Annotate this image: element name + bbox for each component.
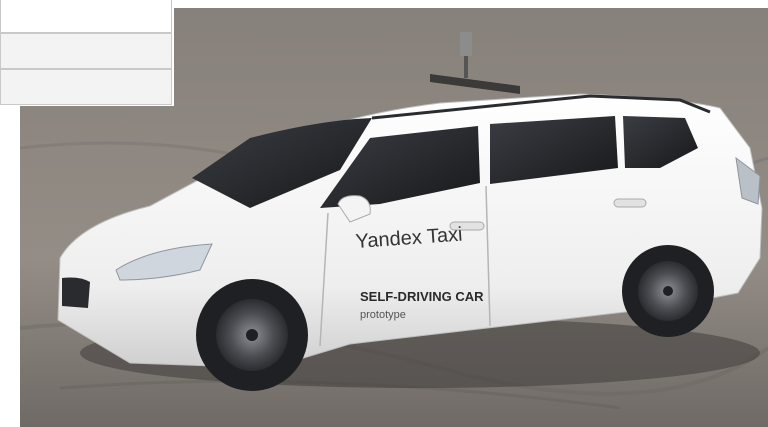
overlay-field-1[interactable] (0, 0, 172, 33)
headline-decal: SELF-DRIVING CAR (360, 289, 484, 304)
grille (62, 277, 90, 308)
overlay-field-3[interactable] (0, 69, 172, 105)
subline-decal: prototype (360, 309, 406, 321)
overlay-panel (0, 0, 174, 106)
screenshot: Yandex Taxi SELF-DRIVING CAR prototype (0, 0, 768, 427)
overlay-field-2[interactable] (0, 33, 172, 69)
lidar-sensor (460, 32, 472, 56)
